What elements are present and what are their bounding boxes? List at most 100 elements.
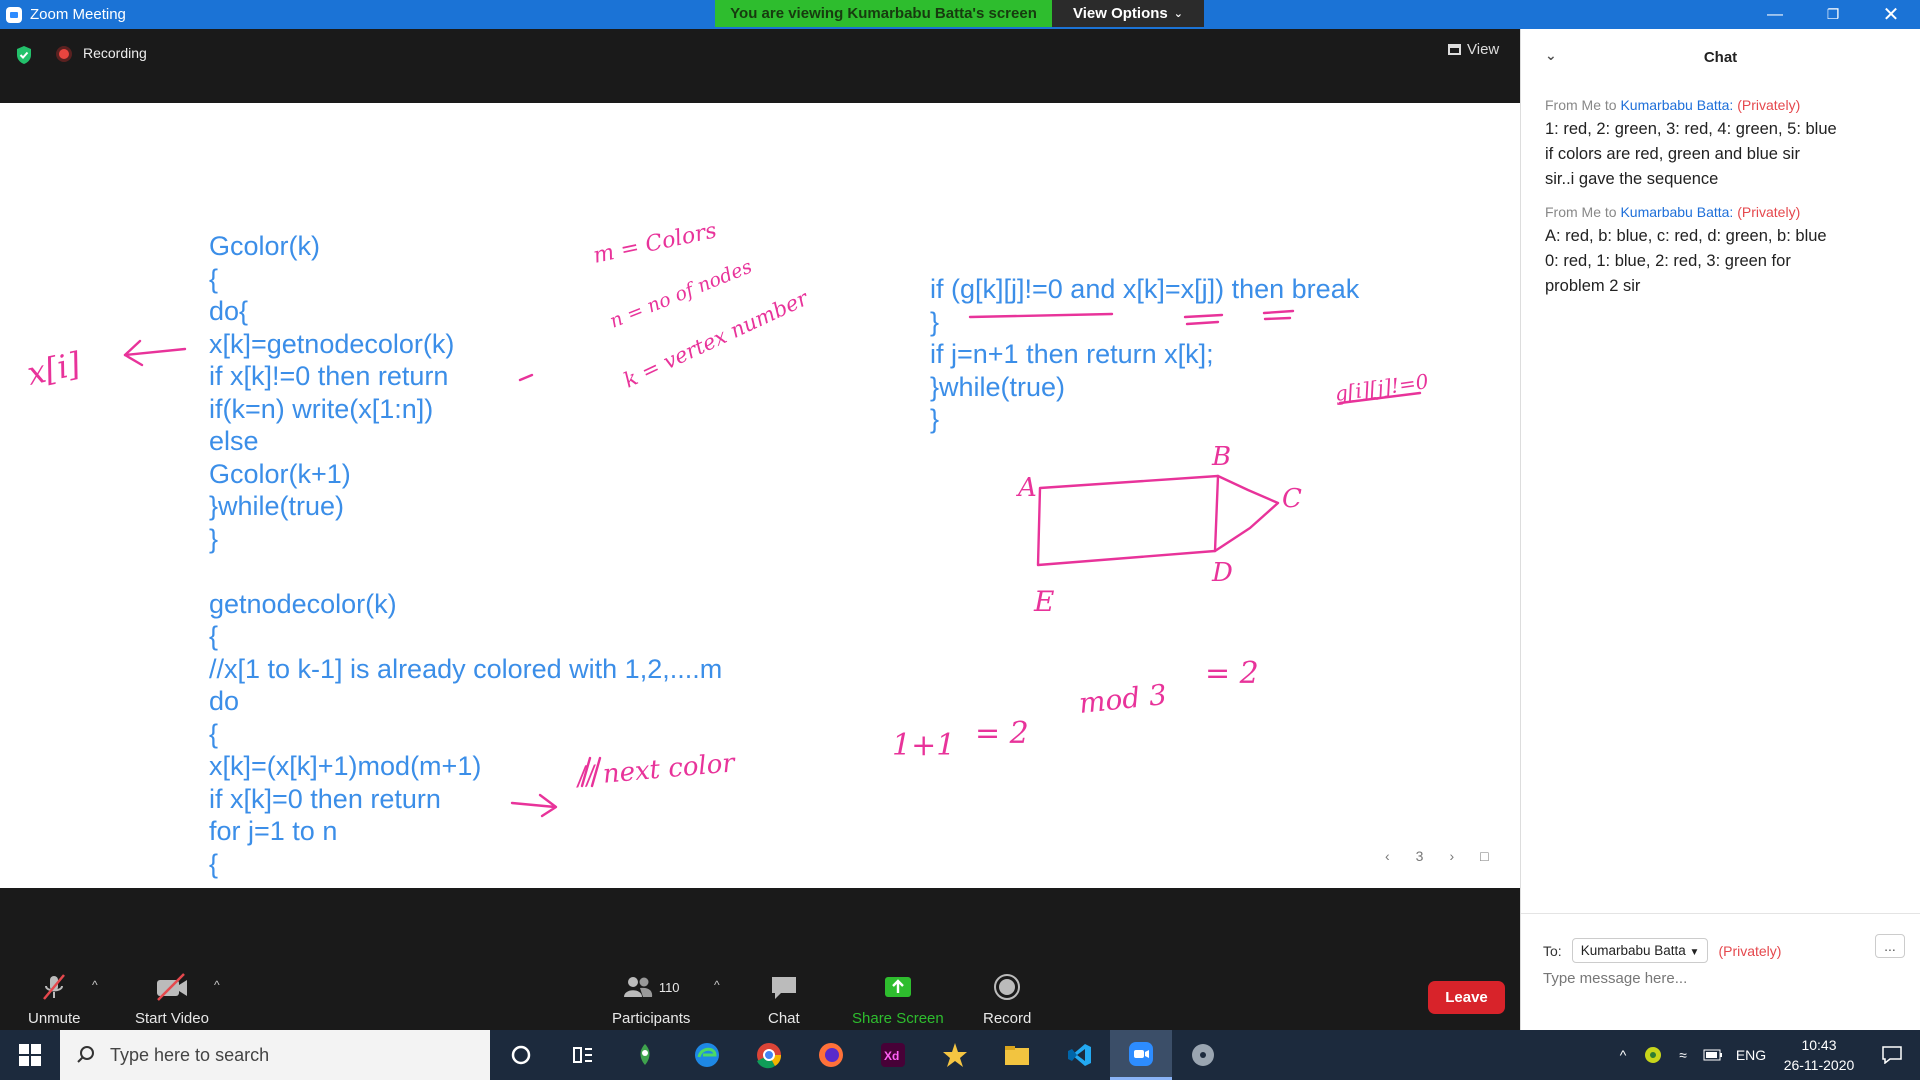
start-button[interactable] [0, 1030, 60, 1080]
graph-rectangle [1036, 474, 1220, 567]
zoom-app-icon[interactable] [1110, 1030, 1172, 1080]
annotation-g-ij: g[i][j]!=0 [1333, 369, 1430, 406]
annotation-calc-3: mod 3 [1077, 678, 1168, 720]
page-number: 3 [1415, 848, 1424, 864]
notifications-icon[interactable] [1864, 1046, 1920, 1064]
recording-label: Recording [83, 45, 147, 61]
minimize-button[interactable]: — [1746, 0, 1804, 29]
chat-meta-privacy: (Privately) [1737, 97, 1801, 113]
chat-meta-from: From Me to [1545, 97, 1617, 113]
participants-button[interactable]: 110 Participants [612, 972, 690, 1027]
close-icon: ✕ [1882, 4, 1900, 26]
graph-label-e: E [1033, 585, 1054, 618]
annotation-next-color: // next color [573, 748, 737, 792]
cortana-icon[interactable] [490, 1030, 552, 1080]
chat-meta-to[interactable]: Kumarbabu Batta: [1620, 204, 1733, 220]
recipient-select[interactable]: Kumarbabu Batta ▼ [1571, 938, 1709, 963]
title-bar: Zoom Meeting You are viewing Kumarbabu B… [0, 0, 1920, 29]
meeting-toolbar: Unmute ^ Start Video ^ 110 Participants … [0, 888, 1520, 1030]
file-explorer-icon[interactable] [986, 1030, 1048, 1080]
zoom-logo-icon [6, 6, 22, 23]
chat-button[interactable]: Chat [768, 972, 800, 1027]
recording-icon [56, 46, 72, 62]
chat-compose: To: Kumarbabu Batta ▼ (Privately) ... [1521, 913, 1920, 1033]
leave-button[interactable]: Leave [1428, 981, 1505, 1014]
share-screen-button[interactable]: Share Screen [852, 972, 944, 1027]
wifi-icon[interactable]: ≈ [1668, 1047, 1698, 1063]
chat-meta-to[interactable]: Kumarbabu Batta: [1620, 97, 1733, 113]
audio-options-chevron-icon[interactable]: ^ [92, 978, 98, 992]
shield-icon[interactable] [15, 45, 33, 65]
annotation-calc-1: 1+1 [892, 728, 955, 763]
chat-message-text: 1: red, 2: green, 3: red, 4: green, 5: b… [1545, 117, 1896, 192]
annotation-m-colors: m = Colors [591, 218, 719, 269]
star-app-icon[interactable] [924, 1030, 986, 1080]
chevron-right-icon[interactable]: › [1449, 848, 1454, 864]
start-video-label: Start Video [135, 1010, 209, 1027]
viewing-banner: You are viewing Kumarbabu Batta's screen [715, 0, 1052, 27]
page-navigator: ‹ 3 › □ [1385, 848, 1489, 864]
search-icon [77, 1046, 94, 1063]
clock[interactable]: 10:43 26-11-2020 [1774, 1035, 1864, 1075]
collapse-chevron-icon[interactable]: ⌄ [1545, 47, 1557, 64]
view-options-label: View Options [1073, 5, 1168, 22]
participants-label: Participants [612, 1010, 691, 1027]
taskbar-apps: Xd [490, 1030, 1234, 1080]
unmute-button[interactable]: Unmute [28, 972, 81, 1027]
chat-header: ⌄ Chat [1521, 29, 1920, 85]
chat-message-meta: From Me to Kumarbabu Batta: (Privately) [1545, 204, 1896, 220]
privacy-label: (Privately) [1718, 942, 1782, 959]
tray-chevron-up-icon[interactable]: ^ [1608, 1047, 1638, 1063]
language-indicator[interactable]: ENG [1728, 1047, 1774, 1063]
chat-label: Chat [768, 1010, 800, 1027]
task-view-icon[interactable] [552, 1030, 614, 1080]
restore-button[interactable]: ❐ [1804, 0, 1862, 29]
recipient-name: Kumarbabu Batta [1580, 943, 1686, 958]
more-options-button[interactable]: ... [1875, 934, 1905, 958]
graph-label-c: C [1282, 484, 1302, 514]
zoom-window: Zoom Meeting You are viewing Kumarbabu B… [0, 0, 1920, 1080]
participants-icon [623, 977, 652, 997]
clock-time: 10:43 [1801, 1037, 1837, 1053]
chat-message-line: 1: red, 2: green, 3: red, 4: green, 5: b… [1545, 120, 1837, 138]
record-button[interactable]: Record [983, 972, 1031, 1027]
view-button[interactable]: View [1448, 41, 1499, 58]
clock-date: 26-11-2020 [1783, 1057, 1855, 1073]
chat-message: From Me to Kumarbabu Batta: (Privately) … [1521, 204, 1920, 299]
view-options-button[interactable]: View Options ⌄ [1052, 0, 1204, 27]
taskbar-search[interactable]: Type here to search [60, 1030, 490, 1080]
tray-app-icon[interactable] [1638, 1046, 1668, 1064]
rocket-app-icon[interactable] [614, 1030, 676, 1080]
restore-icon: ❐ [1826, 6, 1840, 22]
vscode-icon[interactable] [1048, 1030, 1110, 1080]
start-video-button[interactable]: Start Video [135, 972, 209, 1027]
chevron-down-icon: ⌄ [1173, 8, 1183, 20]
chat-panel: ⌄ Chat From Me to Kumarbabu Batta: (Priv… [1520, 29, 1920, 1033]
view-grid-icon [1448, 44, 1461, 55]
recipient-row: To: Kumarbabu Batta ▼ (Privately) [1543, 938, 1781, 963]
meeting-header: Recording View [0, 29, 1520, 103]
participants-icon-group: 110 [623, 972, 680, 1002]
chat-message-line: 0: red, 1: blue, 2: red, 3: green for [1545, 252, 1791, 270]
chat-message-line: A: red, b: blue, c: red, d: green, b: bl… [1545, 227, 1827, 245]
new-page-icon[interactable]: □ [1480, 848, 1488, 864]
edge-browser-icon[interactable] [676, 1030, 738, 1080]
video-options-chevron-icon[interactable]: ^ [214, 978, 220, 992]
share-screen-label: Share Screen [852, 1010, 944, 1027]
adobe-xd-icon[interactable]: Xd [862, 1030, 924, 1080]
battery-icon[interactable] [1698, 1049, 1728, 1061]
view-label: View [1467, 41, 1500, 58]
disc-app-icon[interactable] [1172, 1030, 1234, 1080]
message-input[interactable] [1543, 970, 1893, 987]
chat-message-line: sir..i gave the sequence [1545, 170, 1719, 188]
app-title-area: Zoom Meeting [6, 0, 126, 29]
chrome-browser-icon[interactable] [738, 1030, 800, 1080]
annotation-calc-4: = 2 [1205, 656, 1259, 691]
chat-message-text: A: red, b: blue, c: red, d: green, b: bl… [1545, 224, 1896, 299]
firefox-browser-icon[interactable] [800, 1030, 862, 1080]
record-icon [992, 972, 1022, 1002]
participants-chevron-icon[interactable]: ^ [714, 978, 720, 992]
share-screen-icon [882, 972, 914, 1002]
chevron-left-icon[interactable]: ‹ [1385, 848, 1390, 864]
close-button[interactable]: ✕ [1862, 0, 1920, 29]
